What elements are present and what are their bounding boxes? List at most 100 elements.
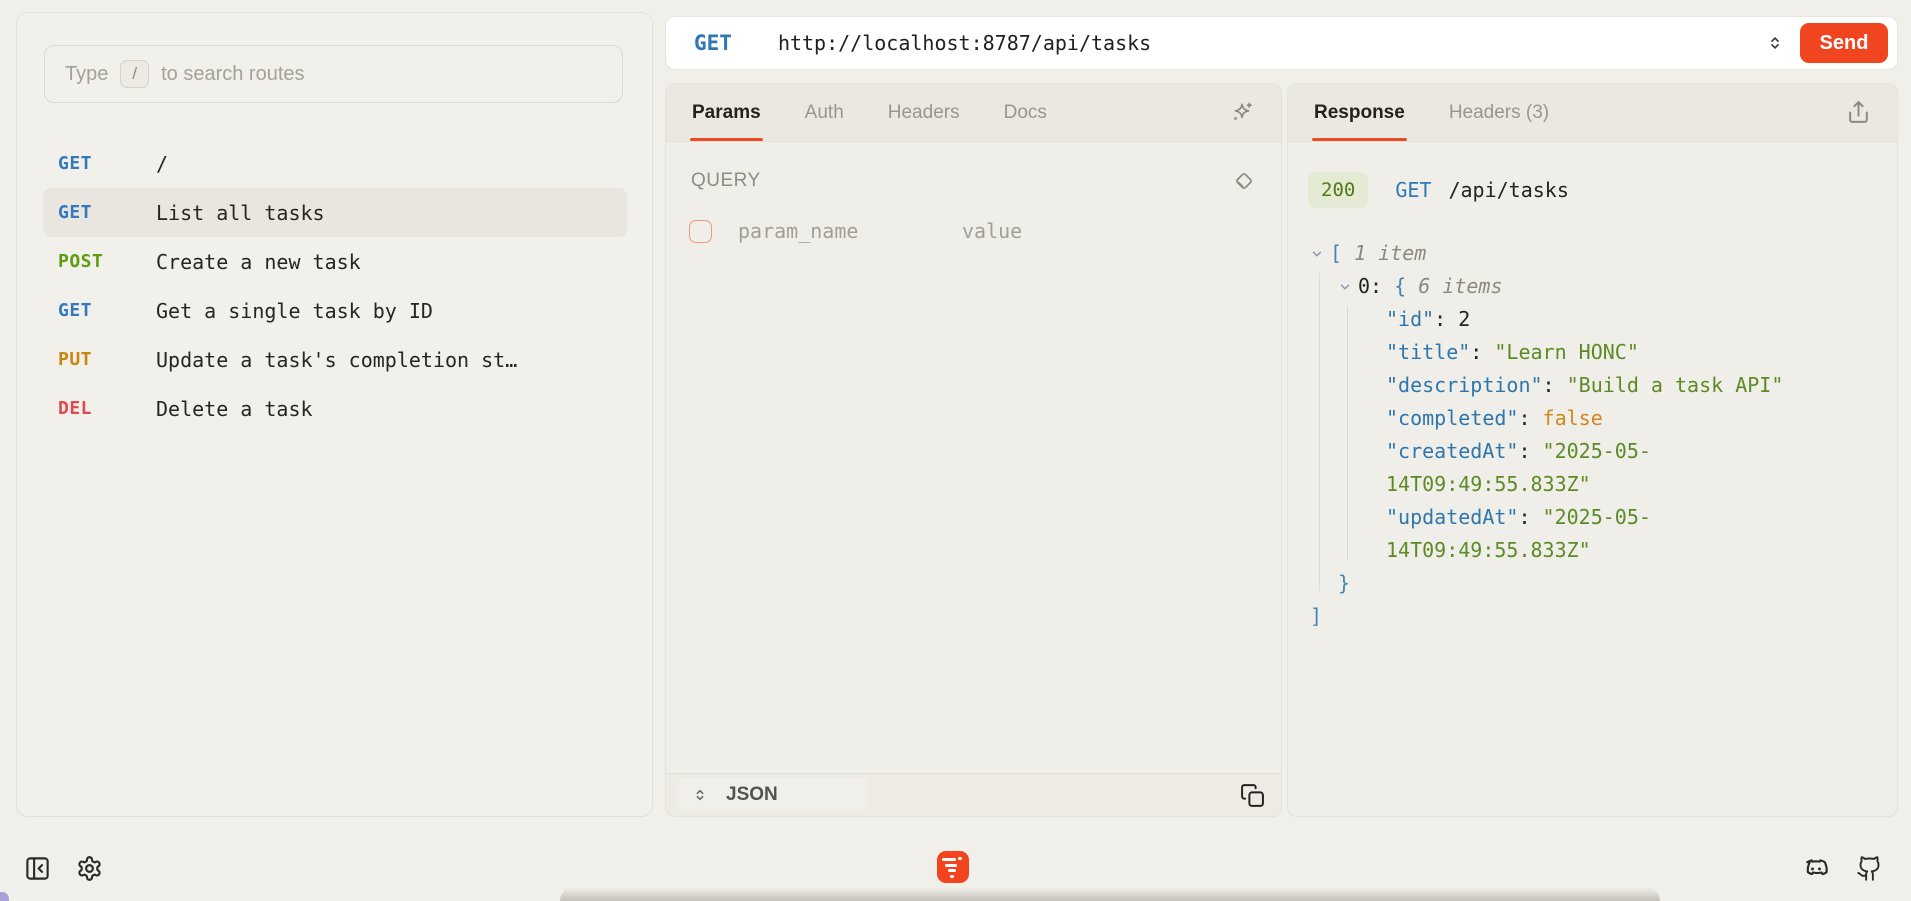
json-line: "createdAt": "2025-05- <box>1310 435 1897 468</box>
json-token-str: "2025-05- <box>1543 501 1651 534</box>
param-name-input[interactable] <box>736 218 936 244</box>
json-token-punc: : <box>1518 435 1542 468</box>
json-token-punc: : <box>1470 336 1494 369</box>
request-tabbar: Params Auth Headers Docs <box>666 84 1281 142</box>
route-label: List all tasks <box>156 201 325 225</box>
route-item-get-get-a-single-task-by-id[interactable]: GETGet a single task by ID <box>43 286 627 335</box>
routes-sidebar: Type / to search routes GET/GETList all … <box>16 12 653 817</box>
param-value-input[interactable] <box>960 218 1184 244</box>
route-list: GET/GETList all tasksPOSTCreate a new ta… <box>43 139 627 433</box>
query-param-row <box>666 194 1281 244</box>
json-token-key: "description" <box>1386 369 1543 402</box>
search-suffix-label: to search routes <box>161 63 304 86</box>
route-item-get-list-all-tasks[interactable]: GETList all tasks <box>43 188 627 237</box>
response-json-tree: [ 1 item0: { 6 items"id": 2"title": "Lea… <box>1310 237 1897 633</box>
route-item-get[interactable]: GET/ <box>43 139 627 188</box>
json-token-punc: : <box>1518 501 1542 534</box>
json-line: } <box>1310 567 1897 600</box>
query-label: QUERY <box>691 170 761 192</box>
dock-shadow <box>560 887 1660 901</box>
api-client-app: Type / to search routes GET/GETList all … <box>0 0 1911 901</box>
request-panel: Params Auth Headers Docs QUERY JSON <box>665 83 1282 817</box>
share-icon[interactable] <box>1846 100 1871 125</box>
method-select[interactable]: GET <box>694 31 732 55</box>
json-line: "completed": false <box>1310 402 1897 435</box>
route-method-badge: PUT <box>58 349 156 370</box>
chevrons-up-down-icon <box>692 787 708 803</box>
send-button[interactable]: Send <box>1800 23 1888 63</box>
github-icon[interactable] <box>1856 855 1883 882</box>
json-line: [ 1 item <box>1310 237 1897 270</box>
request-panel-body: QUERY <box>666 142 1281 773</box>
route-label: Update a task's completion st… <box>156 348 517 372</box>
slash-shortcut-kbd: / <box>120 60 149 88</box>
json-token-str: 14T09:49:55.833Z" <box>1386 534 1591 567</box>
json-token-str: "Build a task API" <box>1567 369 1784 402</box>
route-method-badge: DEL <box>58 398 156 419</box>
json-line: 14T09:49:55.833Z" <box>1310 534 1897 567</box>
json-token-key: "title" <box>1386 336 1470 369</box>
response-method: GET <box>1395 178 1431 202</box>
tree-expand-chevron-icon[interactable] <box>1338 280 1358 294</box>
route-item-post-create-a-new-task[interactable]: POSTCreate a new task <box>43 237 627 286</box>
tab-auth[interactable]: Auth <box>805 84 844 141</box>
response-tabs: Response Headers (3) <box>1314 84 1549 141</box>
route-label: Create a new task <box>156 250 361 274</box>
json-token-str: "Learn HONC" <box>1494 336 1639 369</box>
indent-guide <box>1319 273 1320 591</box>
url-bar: GET Send <box>665 16 1898 70</box>
body-format-select[interactable]: JSON <box>676 778 868 812</box>
json-line: 0: { 6 items <box>1310 270 1897 303</box>
json-token-punc: : <box>1518 402 1542 435</box>
param-enabled-checkbox[interactable] <box>689 220 712 243</box>
json-lines: [ 1 item0: { 6 items"id": 2"title": "Lea… <box>1310 237 1897 633</box>
route-method-badge: POST <box>58 251 156 272</box>
json-line: 14T09:49:55.833Z" <box>1310 468 1897 501</box>
tab-headers-3[interactable]: Headers (3) <box>1449 84 1549 141</box>
search-prefix-label: Type <box>65 63 108 86</box>
route-method-badge: GET <box>58 300 156 321</box>
tab-response[interactable]: Response <box>1314 84 1405 141</box>
json-token-key: "completed" <box>1386 402 1518 435</box>
json-line: "title": "Learn HONC" <box>1310 336 1897 369</box>
url-input[interactable] <box>776 30 1766 56</box>
json-token-punc: : <box>1543 369 1567 402</box>
json-token-brace: ] <box>1310 600 1322 633</box>
route-item-del-delete-a-task[interactable]: DELDelete a task <box>43 384 627 433</box>
discord-icon[interactable] <box>1801 858 1831 882</box>
json-line: "id": 2 <box>1310 303 1897 336</box>
settings-gear-icon[interactable] <box>76 855 103 882</box>
json-line: "description": "Build a task API" <box>1310 369 1897 402</box>
json-line: ] <box>1310 600 1897 633</box>
response-tabbar: Response Headers (3) <box>1288 84 1897 142</box>
eraser-icon[interactable] <box>1231 168 1257 194</box>
panel-collapse-icon[interactable] <box>24 855 51 882</box>
response-panel-body: 200 GET /api/tasks [ 1 item0: { 6 items"… <box>1288 142 1897 816</box>
status-badge: 200 <box>1308 172 1368 208</box>
fiberplane-logo[interactable] <box>937 851 969 883</box>
tab-headers[interactable]: Headers <box>888 84 960 141</box>
route-label: / <box>156 152 168 176</box>
route-label: Get a single task by ID <box>156 299 433 323</box>
sparkle-ai-icon[interactable] <box>1229 100 1255 126</box>
json-token-str: "2025-05- <box>1543 435 1651 468</box>
json-token-key: "id" <box>1386 303 1434 336</box>
route-method-badge: GET <box>58 202 156 223</box>
json-token-brace: { <box>1394 270 1406 303</box>
route-method-badge: GET <box>58 153 156 174</box>
json-token-num: 0 <box>1358 270 1370 303</box>
chevrons-up-down-icon[interactable] <box>1766 34 1784 52</box>
json-line: "updatedAt": "2025-05- <box>1310 501 1897 534</box>
json-token-key: "createdAt" <box>1386 435 1518 468</box>
json-token-meta: 1 item <box>1342 237 1426 270</box>
copy-icon <box>1240 783 1265 808</box>
route-search-input[interactable]: Type / to search routes <box>44 45 623 103</box>
tab-params[interactable]: Params <box>692 84 761 141</box>
tree-expand-chevron-icon[interactable] <box>1310 247 1330 261</box>
tab-docs[interactable]: Docs <box>1004 84 1047 141</box>
query-section-header: QUERY <box>666 142 1281 194</box>
copy-button[interactable] <box>1234 782 1271 809</box>
route-item-put-update-a-task-s-completion-st[interactable]: PUTUpdate a task's completion st… <box>43 335 627 384</box>
json-token-brace: } <box>1338 567 1350 600</box>
json-token-brace: [ <box>1330 237 1342 270</box>
